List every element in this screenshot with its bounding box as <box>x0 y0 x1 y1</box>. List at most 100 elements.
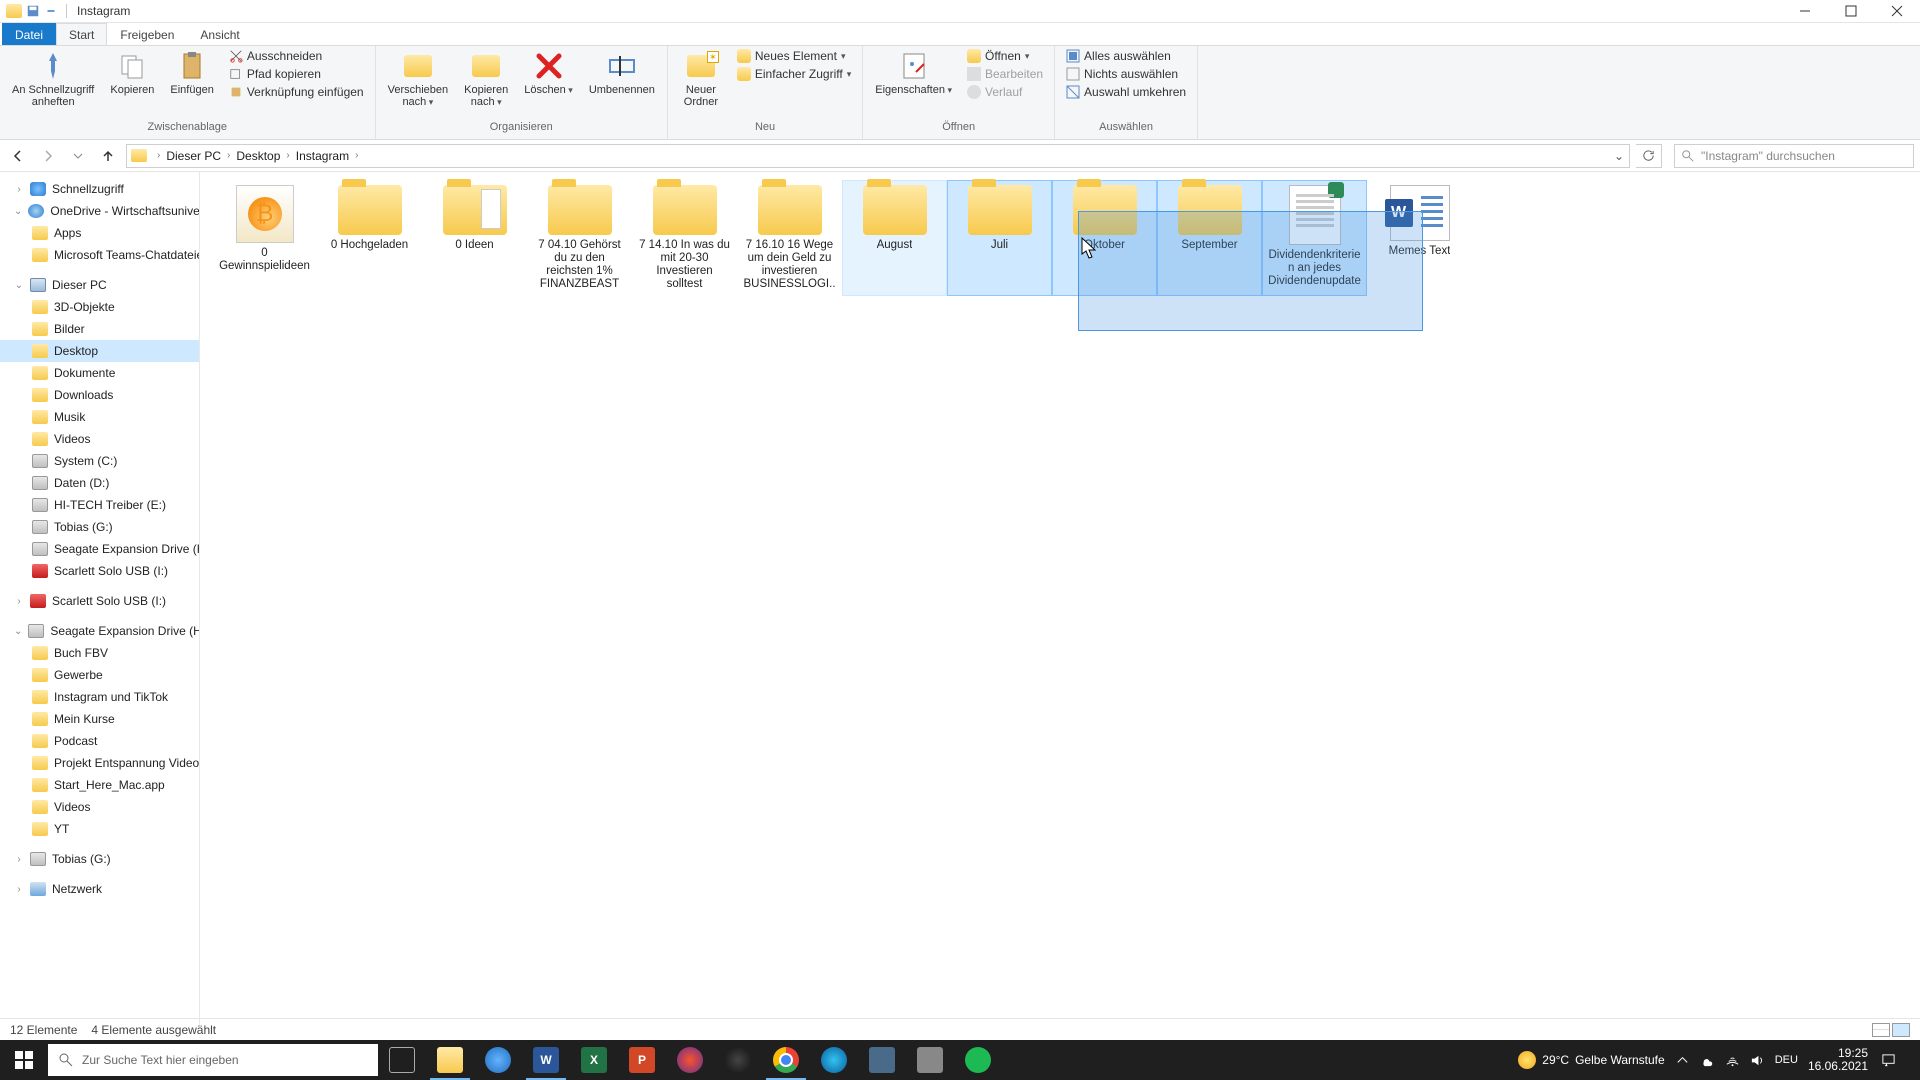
copy-button[interactable]: Kopieren <box>106 48 158 98</box>
maximize-button[interactable] <box>1828 0 1874 23</box>
nav-recent-dropdown[interactable] <box>66 144 90 168</box>
tree-expander-icon[interactable]: › <box>14 596 24 607</box>
tree-node[interactable]: Tobias (G:) <box>0 516 199 538</box>
tree-expander-icon[interactable]: › <box>14 854 24 865</box>
tree-node[interactable]: System (C:) <box>0 450 199 472</box>
tree-node[interactable]: Musik <box>0 406 199 428</box>
move-to-button[interactable]: Verschieben nach <box>384 48 453 110</box>
select-invert-button[interactable]: Auswahl umkehren <box>1063 84 1189 100</box>
file-item[interactable]: September <box>1157 180 1262 296</box>
taskbar-app-generic1[interactable] <box>858 1040 906 1080</box>
copy-to-button[interactable]: Kopieren nach <box>460 48 512 110</box>
breadcrumb-segment[interactable]: Instagram <box>294 149 351 163</box>
tree-node[interactable]: Projekt Entspannung Videos <box>0 752 199 774</box>
new-folder-button[interactable]: ✶ Neuer Ordner <box>676 48 726 110</box>
file-item[interactable]: 0 Hochgeladen <box>317 180 422 296</box>
tree-node[interactable]: Podcast <box>0 730 199 752</box>
pin-to-quickaccess-button[interactable]: An Schnellzugriff anheften <box>8 48 98 110</box>
file-item[interactable]: 7 14.10 In was du mit 20-30 Investieren … <box>632 180 737 296</box>
weather-widget[interactable]: 29°C Gelbe Warnstufe <box>1518 1051 1664 1069</box>
tree-node[interactable]: Daten (D:) <box>0 472 199 494</box>
qat-undo-icon[interactable] <box>44 4 58 18</box>
paste-shortcut-button[interactable]: Verknüpfung einfügen <box>226 84 367 100</box>
start-button[interactable] <box>0 1040 48 1080</box>
taskbar-app-brave[interactable] <box>666 1040 714 1080</box>
taskbar-app-spotify[interactable] <box>954 1040 1002 1080</box>
copy-path-button[interactable]: Pfad kopieren <box>226 66 367 82</box>
taskbar-app-edge[interactable] <box>810 1040 858 1080</box>
tray-chevron-up-icon[interactable] <box>1675 1053 1690 1068</box>
refresh-button[interactable] <box>1636 144 1662 168</box>
tree-node[interactable]: ⌄Dieser PC <box>0 274 199 296</box>
tree-node[interactable]: Apps <box>0 222 199 244</box>
view-details-button[interactable] <box>1872 1023 1890 1037</box>
close-button[interactable] <box>1874 0 1920 23</box>
tree-node[interactable]: Desktop <box>0 340 199 362</box>
tree-node[interactable]: Instagram und TikTok <box>0 686 199 708</box>
address-chevron-icon[interactable]: › <box>223 150 234 161</box>
tree-node[interactable]: Gewerbe <box>0 664 199 686</box>
nav-tree[interactable]: ›Schnellzugriff⌄OneDrive - Wirtschaftsun… <box>0 172 200 1026</box>
easy-access-button[interactable]: Einfacher Zugriff <box>734 66 854 82</box>
file-item[interactable]: 7 04.10 Gehörst du zu den reichsten 1% F… <box>527 180 632 296</box>
tree-node[interactable]: ⌄OneDrive - Wirtschaftsuniversität <box>0 200 199 222</box>
cut-button[interactable]: Ausschneiden <box>226 48 367 64</box>
onedrive-tray-icon[interactable] <box>1700 1053 1715 1068</box>
qat-save-icon[interactable] <box>26 4 40 18</box>
select-none-button[interactable]: Nichts auswählen <box>1063 66 1189 82</box>
search-box[interactable]: "Instagram" durchsuchen <box>1674 144 1914 168</box>
tree-node[interactable]: Buch FBV <box>0 642 199 664</box>
tree-node[interactable]: ›Tobias (G:) <box>0 848 199 870</box>
delete-button[interactable]: Löschen <box>520 48 577 98</box>
minimize-button[interactable] <box>1782 0 1828 23</box>
tree-node[interactable]: Seagate Expansion Drive (H:) <box>0 538 199 560</box>
task-view-button[interactable] <box>378 1040 426 1080</box>
file-item[interactable]: 0 Gewinnspielideen <box>212 180 317 296</box>
tree-node[interactable]: Videos <box>0 796 199 818</box>
nav-back-button[interactable] <box>6 144 30 168</box>
tree-node[interactable]: Microsoft Teams-Chatdateien <box>0 244 199 266</box>
tree-node[interactable]: YT <box>0 818 199 840</box>
tree-node[interactable]: 3D-Objekte <box>0 296 199 318</box>
tree-node[interactable]: ›Schnellzugriff <box>0 178 199 200</box>
tree-node[interactable]: Start_Here_Mac.app <box>0 774 199 796</box>
tree-node[interactable]: ›Netzwerk <box>0 878 199 900</box>
taskbar-app-powerpoint[interactable]: P <box>618 1040 666 1080</box>
tray-language[interactable]: DEU <box>1775 1054 1798 1066</box>
tree-node[interactable]: Scarlett Solo USB (I:) <box>0 560 199 582</box>
tree-node[interactable]: HI-TECH Treiber (E:) <box>0 494 199 516</box>
action-center-button[interactable] <box>1878 1050 1898 1070</box>
address-chevron-icon[interactable]: › <box>282 150 293 161</box>
tree-expander-icon[interactable]: ⌄ <box>14 626 22 637</box>
tree-node[interactable]: Dokumente <box>0 362 199 384</box>
tree-node[interactable]: ⌄Seagate Expansion Drive (H:) <box>0 620 199 642</box>
taskbar-app-generic2[interactable] <box>906 1040 954 1080</box>
tab-start[interactable]: Start <box>56 23 107 45</box>
taskbar-app-ie[interactable] <box>474 1040 522 1080</box>
tab-file[interactable]: Datei <box>2 23 56 45</box>
tree-expander-icon[interactable]: ⌄ <box>14 280 24 291</box>
tree-node[interactable]: Mein Kurse <box>0 708 199 730</box>
file-item[interactable]: Oktober <box>1052 180 1157 296</box>
address-dropdown[interactable]: ⌄ <box>1609 149 1629 163</box>
select-all-button[interactable]: Alles auswählen <box>1063 48 1189 64</box>
taskbar-search[interactable]: Zur Suche Text hier eingeben <box>48 1044 378 1076</box>
taskbar-app-obs[interactable] <box>714 1040 762 1080</box>
volume-tray-icon[interactable] <box>1750 1053 1765 1068</box>
tree-expander-icon[interactable]: ⌄ <box>14 206 22 217</box>
paste-button[interactable]: Einfügen <box>166 48 217 98</box>
file-item[interactable]: 0 Ideen <box>422 180 527 296</box>
tree-expander-icon[interactable]: › <box>14 184 24 195</box>
open-button[interactable]: Öffnen <box>964 48 1046 64</box>
taskbar-app-chrome[interactable] <box>762 1040 810 1080</box>
taskbar-app-excel[interactable]: X <box>570 1040 618 1080</box>
file-item[interactable]: Memes Text <box>1367 180 1472 296</box>
tree-node[interactable]: Videos <box>0 428 199 450</box>
breadcrumb-segment[interactable]: Dieser PC <box>164 149 223 163</box>
taskbar-app-explorer[interactable] <box>426 1040 474 1080</box>
tree-node[interactable]: Downloads <box>0 384 199 406</box>
file-item[interactable]: Juli <box>947 180 1052 296</box>
file-item[interactable]: August <box>842 180 947 296</box>
properties-button[interactable]: Eigenschaften <box>871 48 956 98</box>
tab-view[interactable]: Ansicht <box>187 23 252 45</box>
